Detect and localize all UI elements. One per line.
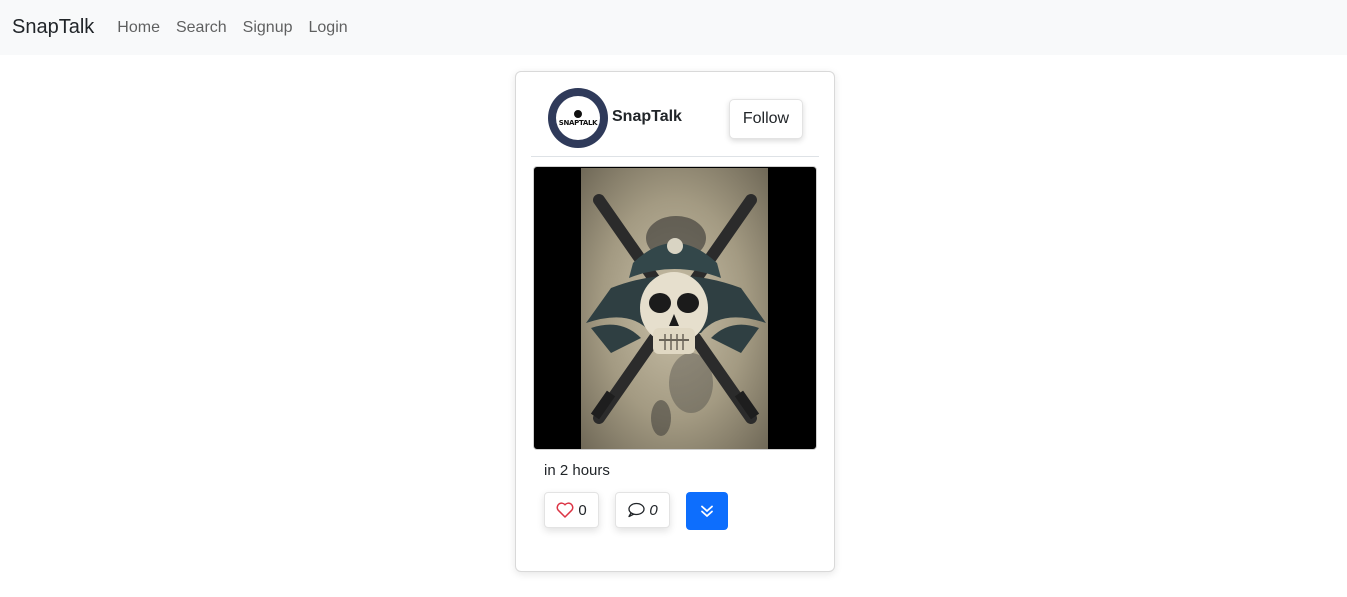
post-card: SNAPTALK SnapTalk Follow in 2 hours 0 0 — [515, 71, 835, 572]
post-timestamp: in 2 hours — [544, 462, 610, 479]
nav-link-search[interactable]: Search — [176, 19, 227, 37]
header-divider — [531, 156, 819, 157]
top-navbar: SnapTalk Home Search Signup Login — [0, 0, 1347, 55]
double-chevron-down-icon — [701, 505, 713, 517]
avatar-logo: SNAPTALK — [556, 96, 600, 140]
like-button[interactable]: 0 — [544, 492, 599, 528]
nav-link-signup[interactable]: Signup — [243, 19, 293, 37]
post-header: SNAPTALK SnapTalk Follow — [516, 72, 834, 158]
nav-link-home[interactable]: Home — [117, 19, 160, 37]
comment-count: 0 — [649, 501, 658, 519]
heart-icon — [556, 502, 574, 518]
camera-lens-icon — [574, 109, 582, 118]
comment-button[interactable]: 0 — [615, 492, 670, 528]
brand-link[interactable]: SnapTalk — [12, 16, 94, 39]
like-count: 0 — [578, 501, 587, 519]
follow-button[interactable]: Follow — [729, 99, 803, 139]
chat-bubble-icon — [628, 502, 645, 518]
avatar[interactable]: SNAPTALK — [548, 88, 608, 148]
pirate-skull-image — [581, 168, 768, 449]
nav-link-login[interactable]: Login — [309, 19, 348, 37]
avatar-logo-text: SNAPTALK — [558, 118, 598, 127]
post-author-username[interactable]: SnapTalk — [612, 108, 682, 126]
expand-comments-button[interactable] — [686, 492, 728, 530]
post-image[interactable] — [533, 166, 817, 450]
pirate-skull-artwork — [586, 194, 766, 436]
